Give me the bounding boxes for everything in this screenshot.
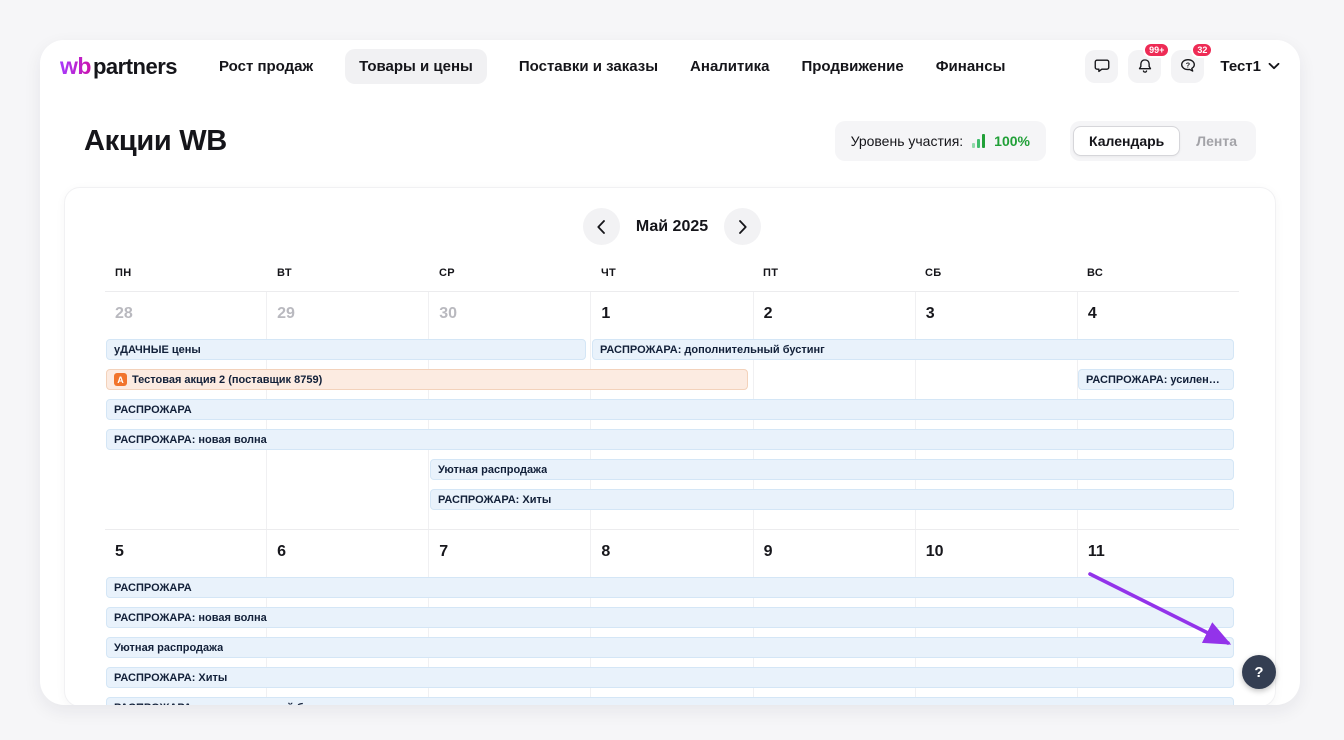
event-label: РАСПРОЖАРА: усилени… [1086, 374, 1226, 386]
event-bar[interactable]: РАСПРОЖАРА [106, 577, 1234, 598]
day-header: СБ [915, 267, 1077, 279]
day-number: 4 [1078, 292, 1239, 323]
day-number: 29 [267, 292, 428, 323]
nav-item[interactable]: Поставки и заказы [519, 49, 658, 84]
participation-level-pill: Уровень участия: 100% [835, 121, 1046, 161]
chat-icon [1093, 57, 1111, 75]
calendar-weeks: 2829301234 уДАЧНЫЕ цены РАСПРОЖАРА: дополн… [105, 291, 1239, 705]
calendar-week: 567891011 РАСПРОЖАРА РАСПРОЖАРА: новая вол… [105, 529, 1239, 705]
app-window: wb partners Рост продаж Товары и цены Пост… [40, 40, 1300, 705]
day-number: 7 [429, 530, 590, 561]
participation-label: Уровень участия: [851, 133, 964, 149]
view-toggle: Календарь Лента [1070, 121, 1256, 161]
event-label: уДАЧНЫЕ цены [114, 344, 201, 356]
nav-item[interactable]: Продвижение [801, 49, 903, 84]
day-number: 30 [429, 292, 590, 323]
day-number: 10 [916, 530, 1077, 561]
bell-icon [1136, 57, 1154, 75]
event-label: РАСПРОЖАРА: новая волна [114, 612, 267, 624]
day-number: 5 [105, 530, 266, 561]
notifications-badge: 99+ [1143, 42, 1170, 58]
day-header: ВС [1077, 267, 1239, 279]
event-label: РАСПРОЖАРА [114, 404, 192, 416]
chevron-down-icon [1268, 62, 1280, 70]
day-number: 8 [591, 530, 752, 561]
nav-item[interactable]: Товары и цены [345, 49, 487, 84]
day-headers-row: ПНВТСРЧТПТСБВС [105, 267, 1239, 279]
account-name: Тест1 [1220, 58, 1261, 75]
event-bar[interactable]: РАСПРОЖАРА: дополнительный бустинг [106, 697, 1234, 705]
calendar-week: 2829301234 уДАЧНЫЕ цены РАСПРОЖАРА: дополн… [105, 291, 1239, 529]
chat-button[interactable] [1085, 50, 1118, 83]
help-bubble-icon: ? [1179, 57, 1197, 75]
day-number: 6 [267, 530, 428, 561]
page-title: Акции WB [84, 125, 227, 158]
day-number: 9 [754, 530, 915, 561]
event-bar[interactable]: РАСПРОЖАРА: Хиты [430, 489, 1234, 510]
promotions-calendar: Май 2025 ПНВТСРЧТПТСБВС 2829301234 уДАЧНЫ… [64, 187, 1276, 705]
event-bar[interactable]: Уютная распродажа [430, 459, 1234, 480]
page-header: Акции WB Уровень участия: 100% Календарь… [84, 120, 1256, 162]
day-header: ЧТ [591, 267, 753, 279]
nav-item[interactable]: Рост продаж [219, 49, 313, 84]
wb-partners-logo[interactable]: wb partners [60, 53, 177, 80]
event-label: РАСПРОЖАРА: Хиты [438, 494, 551, 506]
day-number: 3 [916, 292, 1077, 323]
event-bar[interactable]: Уютная распродажа [106, 637, 1234, 658]
event-bar[interactable]: РАСПРОЖАРА: дополнительный бустинг [592, 339, 1234, 360]
event-label: РАСПРОЖАРА: дополнительный бустинг [600, 344, 825, 356]
event-label: РАСПРОЖАРА: новая волна [114, 434, 267, 446]
topbar-actions: 99+ ? 32 [1085, 50, 1204, 83]
event-label: Уютная распродажа [438, 464, 547, 476]
participation-value: 100% [994, 133, 1030, 149]
main-nav: Рост продаж Товары и цены Поставки и заказ… [219, 49, 1005, 84]
support-button[interactable]: ? 32 [1171, 50, 1204, 83]
event-label: Уютная распродажа [114, 642, 223, 654]
day-number: 2 [754, 292, 915, 323]
event-label: Тестовая акция 2 (поставщик 8759) [132, 374, 322, 386]
event-bar[interactable]: РАСПРОЖАРА [106, 399, 1234, 420]
day-header: ВТ [267, 267, 429, 279]
top-navigation-bar: wb partners Рост продаж Товары и цены Пост… [40, 40, 1300, 92]
account-menu[interactable]: Тест1 [1220, 58, 1280, 75]
nav-item[interactable]: Финансы [936, 49, 1006, 84]
promo-a-icon: A [114, 373, 127, 386]
help-fab-button[interactable]: ? [1242, 655, 1276, 689]
event-bar[interactable]: РАСПРОЖАРА: усилени… [1078, 369, 1234, 390]
notifications-button[interactable]: 99+ [1128, 50, 1161, 83]
chevron-left-icon [597, 220, 605, 234]
event-label: РАСПРОЖАРА: Хиты [114, 672, 227, 684]
event-bar[interactable]: РАСПРОЖАРА: Хиты [106, 667, 1234, 688]
support-badge: 32 [1191, 42, 1213, 58]
event-bar[interactable]: уДАЧНЫЕ цены [106, 339, 586, 360]
day-header: ПТ [753, 267, 915, 279]
toggle-calendar-button[interactable]: Календарь [1073, 126, 1180, 156]
month-label: Май 2025 [636, 218, 708, 236]
event-bar[interactable]: РАСПРОЖАРА: новая волна [106, 429, 1234, 450]
svg-text:?: ? [1186, 60, 1190, 69]
event-label: РАСПРОЖАРА [114, 582, 192, 594]
toggle-feed-button[interactable]: Лента [1180, 126, 1253, 156]
day-number: 1 [591, 292, 752, 323]
event-label: РАСПРОЖАРА: дополнительный бустинг [114, 702, 339, 706]
event-bar[interactable]: A Тестовая акция 2 (поставщик 8759) [106, 369, 748, 390]
month-navigation: Май 2025 [105, 202, 1239, 245]
event-bar[interactable]: РАСПРОЖАРА: новая волна [106, 607, 1234, 628]
next-month-button[interactable] [724, 208, 761, 245]
bar-chart-icon [972, 134, 985, 148]
day-header: ПН [105, 267, 267, 279]
day-number: 11 [1078, 530, 1239, 561]
chevron-right-icon [739, 220, 747, 234]
logo-wb-text: wb [60, 53, 91, 80]
nav-item[interactable]: Аналитика [690, 49, 769, 84]
day-number: 28 [105, 292, 266, 323]
day-header: СР [429, 267, 591, 279]
prev-month-button[interactable] [583, 208, 620, 245]
logo-partners-text: partners [93, 54, 177, 80]
